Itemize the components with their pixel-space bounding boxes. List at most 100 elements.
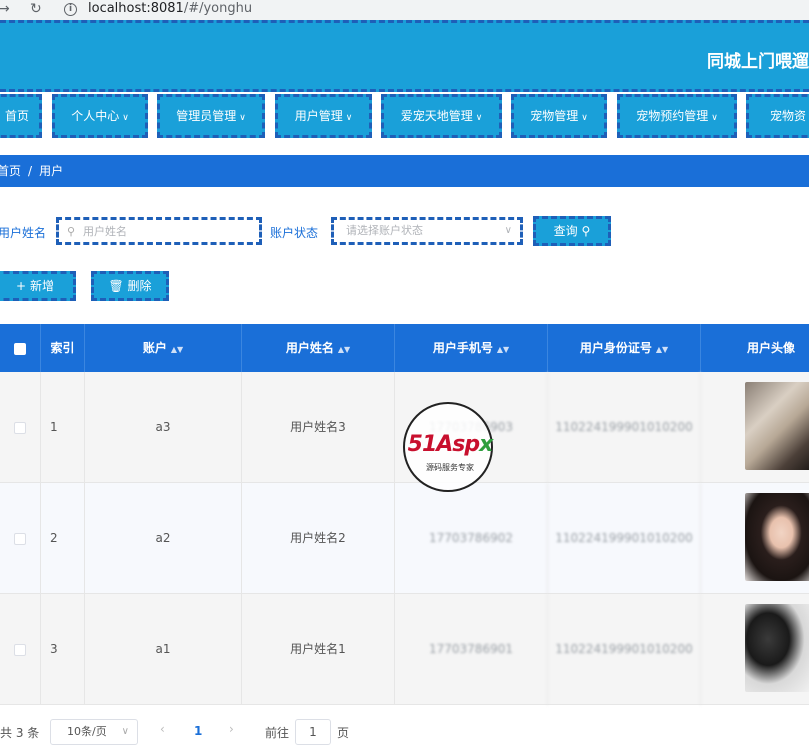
page-size-value: 10条/页 (67, 725, 107, 738)
sort-icon[interactable]: ▲▼ (171, 345, 183, 354)
row-checkbox[interactable] (14, 643, 26, 656)
select-all-cell (0, 324, 41, 372)
nav-item-label: 用户管理 (294, 109, 343, 123)
name-search-input[interactable] (59, 220, 259, 243)
app-header: 同城上门喂遛 (0, 20, 809, 92)
status-label: 账户状态 (270, 226, 319, 240)
nav-item-label: 个人中心 (71, 109, 120, 123)
column-header-avatar: 用户头像 (701, 324, 809, 372)
avatar[interactable] (745, 604, 809, 692)
info-icon[interactable]: i (64, 3, 77, 16)
pagination-total: 共 3 条 (0, 726, 40, 740)
nav-item-label: 宠物资 (770, 109, 807, 123)
status-select[interactable]: 请选择账户状态 ∨ (331, 217, 523, 245)
nav-item-label: 首页 (4, 109, 29, 123)
status-select-placeholder: 请选择账户状态 (346, 224, 423, 237)
cell-name: 用户姓名3 (242, 372, 395, 483)
nav-item-admin[interactable]: 管理员管理 ∨ (157, 94, 265, 138)
row-select-cell (0, 483, 41, 594)
cell-id-card: 110224199901010200 (548, 594, 701, 705)
column-header-label: 用户身份证号 (579, 341, 652, 355)
nav-item-pet-world[interactable]: 爱宠天地管理 ∨ (381, 94, 502, 138)
column-header-name[interactable]: 用户姓名 ▲▼ (242, 324, 395, 372)
nav-item-pet-info[interactable]: 宠物资 (746, 94, 809, 138)
cell-phone: 17703786901 (395, 594, 548, 705)
nav-item-label: 宠物管理 (530, 109, 579, 123)
pagination: 共 3 条 10条/页 ∨ ‹ 1 › 前往 1 页 (0, 718, 809, 745)
cell-index: 1 (41, 372, 85, 483)
breadcrumb: 首页 / 用户 (0, 155, 809, 187)
search-icon: ⚲ (67, 225, 76, 238)
query-button[interactable]: 查询 ⚲ (533, 216, 611, 246)
sort-icon[interactable]: ▲▼ (656, 345, 668, 354)
column-header-account[interactable]: 账户 ▲▼ (85, 324, 242, 372)
back-arrow-icon[interactable]: → (0, 0, 10, 20)
watermark-tagline: 源码服务专家 (426, 463, 474, 472)
nav-item-label: 管理员管理 (176, 109, 237, 123)
watermark-brand-accent: x (479, 432, 493, 457)
column-header-index: 索引 (41, 324, 85, 372)
chevron-down-icon: ∨ (711, 113, 718, 123)
table-row[interactable]: 3 a1 用户姓名1 17703786901 11022419990101020… (0, 594, 809, 705)
watermark-logo: 51Aspx 源码服务专家 (403, 402, 493, 492)
trash-icon: 🗑 (108, 279, 124, 293)
avatar[interactable] (745, 493, 809, 581)
breadcrumb-home[interactable]: 首页 (0, 164, 21, 178)
sort-icon[interactable]: ▲▼ (338, 345, 350, 354)
goto-label: 前往 (265, 726, 290, 740)
nav-item-profile[interactable]: 个人中心 ∨ (52, 94, 148, 138)
page-number-current[interactable]: 1 (194, 724, 202, 738)
column-header-id-card[interactable]: 用户身份证号 ▲▼ (548, 324, 701, 372)
nav-item-pet-booking[interactable]: 宠物预约管理 ∨ (617, 94, 737, 138)
cell-name: 用户姓名1 (242, 594, 395, 705)
prev-page-icon[interactable]: ‹ (160, 722, 165, 736)
cell-id-card: 110224199901010200 (548, 483, 701, 594)
sort-icon[interactable]: ▲▼ (497, 345, 509, 354)
nav-item-label: 宠物预约管理 (636, 109, 709, 123)
column-header-label: 用户头像 (746, 341, 795, 355)
url-path: /#/yonghu (183, 1, 253, 16)
breadcrumb-separator: / (28, 164, 33, 178)
add-button-label: 新增 (29, 279, 54, 293)
delete-button[interactable]: 🗑 删除 (91, 271, 169, 301)
goto-page-input[interactable]: 1 (295, 719, 331, 745)
cell-id-card: 110224199901010200 (548, 372, 701, 483)
column-header-label: 索引 (50, 341, 75, 355)
cell-avatar (701, 594, 809, 705)
table-row[interactable]: 2 a2 用户姓名2 17703786902 11022419990101020… (0, 483, 809, 594)
chevron-down-icon: ∨ (345, 113, 353, 123)
row-checkbox[interactable] (14, 532, 26, 545)
avatar[interactable] (745, 382, 809, 470)
nav-item-pets[interactable]: 宠物管理 ∨ (511, 94, 607, 138)
search-icon: ⚲ (581, 224, 591, 238)
main-nav: 首页 个人中心 ∨ 管理员管理 ∨ 用户管理 ∨ 爱宠天地管理 ∨ 宠物管理 ∨ 宠物预约… (0, 92, 809, 144)
cell-index: 3 (41, 594, 85, 705)
goto-unit: 页 (337, 726, 350, 740)
chevron-down-icon: ∨ (581, 113, 588, 123)
column-header-label: 用户姓名 (285, 341, 334, 355)
delete-button-label: 删除 (127, 279, 152, 293)
cell-account: a2 (85, 483, 242, 594)
row-select-cell (0, 594, 41, 705)
watermark-brand-main: 51Asp (407, 432, 480, 457)
watermark-brand: 51Aspx (389, 432, 511, 457)
cell-avatar (701, 483, 809, 594)
column-header-phone[interactable]: 用户手机号 ▲▼ (395, 324, 548, 372)
page-size-select[interactable]: 10条/页 ∨ (50, 719, 138, 745)
cell-phone: 17703786902 (395, 483, 548, 594)
address-bar-url[interactable]: localhost:8081/#/yonghu (88, 1, 252, 16)
app-title: 同城上门喂遛 (707, 52, 809, 72)
cell-account: a1 (85, 594, 242, 705)
browser-bar: → ↻ i localhost:8081/#/yonghu (0, 0, 809, 20)
add-button[interactable]: + 新增 (0, 271, 76, 301)
select-all-checkbox[interactable] (14, 342, 26, 355)
next-page-icon[interactable]: › (229, 722, 234, 736)
chevron-down-icon: ∨ (239, 113, 246, 123)
chevron-down-icon: ∨ (475, 113, 483, 123)
nav-item-home[interactable]: 首页 (0, 94, 42, 138)
chevron-down-icon: ∨ (121, 726, 129, 737)
name-label: 用户姓名 (0, 226, 47, 240)
reload-icon[interactable]: ↻ (30, 0, 42, 20)
nav-item-users[interactable]: 用户管理 ∨ (275, 94, 372, 138)
row-checkbox[interactable] (14, 421, 26, 434)
